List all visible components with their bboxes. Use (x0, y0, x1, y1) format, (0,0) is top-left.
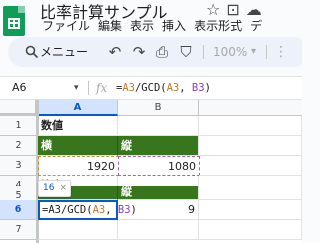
menu-format[interactable]: 表示形式 (190, 16, 246, 36)
cell-c7[interactable] (199, 220, 302, 240)
more-options-icon[interactable]: ⋮ (274, 43, 288, 61)
cell-b4[interactable] (118, 176, 199, 186)
cell-c5[interactable] (199, 186, 302, 200)
cell-a2[interactable]: 横 (38, 136, 118, 156)
chevron-down-icon[interactable]: ▾ (74, 79, 79, 97)
cell-a1[interactable]: 数値 (38, 116, 118, 136)
column-header-b[interactable]: B (118, 100, 199, 116)
name-box[interactable]: A6 (12, 79, 27, 97)
cell-a7[interactable] (38, 220, 118, 240)
menu-bar: ファイル 編集 表示 挿入 表示形式 デ (38, 16, 266, 36)
column-header-a[interactable]: A (38, 100, 118, 116)
formula-bar-divider (88, 81, 89, 95)
formula-ref-a: A3 (166, 82, 180, 94)
row-header-2[interactable]: 2 (0, 136, 38, 156)
formula-close: ) (204, 82, 211, 94)
menu-search-input[interactable]: メニュー (40, 43, 88, 61)
cell-a2-text: 横 (41, 139, 52, 152)
formula-input[interactable]: =A3/GCD(A3, B3) (116, 79, 211, 97)
menu-edit[interactable]: 編集 (94, 16, 126, 36)
formula-result-preview: 16 × (38, 180, 71, 197)
print-icon[interactable]: ⎙ (153, 43, 171, 61)
chevron-down-icon[interactable]: ▾ (251, 43, 256, 61)
formula-ref-b: B3 (191, 82, 205, 94)
cell-c4[interactable] (199, 176, 302, 186)
redo-icon[interactable]: ↷ (130, 43, 148, 61)
editor-text-prefix: =A3/GCD( (42, 204, 93, 216)
menu-file[interactable]: ファイル (38, 16, 94, 36)
select-all-corner[interactable] (0, 100, 38, 116)
zoom-select[interactable]: 100% (213, 43, 247, 61)
toolbar-divider (266, 45, 267, 59)
row-header-3[interactable]: 3 (0, 156, 38, 176)
cell-b7[interactable] (118, 220, 199, 240)
cell-c6[interactable] (199, 200, 302, 220)
cell-c3[interactable] (199, 156, 302, 176)
formula-mid: /GCD( (134, 82, 167, 94)
active-cell-editor[interactable]: =A3/GCD(A3, B3) (38, 200, 137, 220)
formula-comma: , (179, 82, 192, 94)
menu-view[interactable]: 表示 (126, 16, 158, 36)
row-header-7[interactable]: 7 (0, 220, 38, 240)
editor-close: ) (130, 204, 137, 216)
fx-icon: fx (96, 81, 108, 95)
spreadsheet-app: { "app": { "title": "比率計算サンプル", "title_i… (0, 0, 302, 243)
cell-b1[interactable] (118, 116, 199, 136)
close-icon[interactable]: × (54, 183, 67, 193)
row-header-6[interactable]: 6 (0, 200, 38, 220)
column-header-c[interactable] (199, 100, 302, 116)
formula-ref-a: A3 (122, 82, 135, 94)
editor-ref-b: B3 (117, 204, 131, 216)
search-icon[interactable] (25, 45, 39, 59)
paint-format-icon[interactable]: ⛉ (177, 43, 195, 61)
cell-b3[interactable]: 1080 (118, 156, 200, 176)
cell-b5[interactable]: 縦 (118, 186, 199, 200)
cell-c1[interactable] (199, 116, 302, 136)
row-header-1[interactable]: 1 (0, 116, 38, 136)
cell-a1-text: 数値 (41, 119, 63, 132)
sheet-grid[interactable]: A B 1 2 3 4 5 6 7 数値 横 縦 1920 1080 比率 縦 … (0, 100, 302, 243)
editor-ref-a: A3 (92, 204, 106, 216)
menu-insert[interactable]: 挿入 (158, 16, 190, 36)
editor-comma: , (105, 204, 118, 216)
cell-b2-text: 縦 (121, 139, 132, 152)
preview-value: 16 (43, 183, 55, 193)
toolbar-divider (203, 45, 204, 59)
cell-a3[interactable]: 1920 (38, 156, 119, 176)
cell-b5-text: 縦 (121, 186, 132, 198)
undo-icon[interactable]: ↶ (106, 43, 124, 61)
cell-b2[interactable]: 縦 (118, 136, 199, 156)
cell-c2[interactable] (199, 136, 302, 156)
menu-data[interactable]: デ (246, 16, 266, 36)
sheets-logo-icon[interactable] (3, 6, 25, 36)
